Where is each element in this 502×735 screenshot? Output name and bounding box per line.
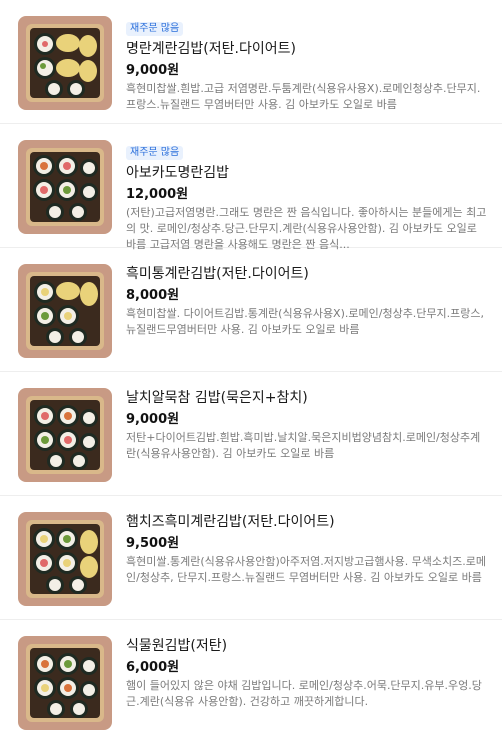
menu-item[interactable]: 재주문 많음 명란계란김밥(저탄.다이어트) 9,000원 흑현미찹쌀.흰밥.고… bbox=[0, 0, 502, 124]
menu-item-description: (저탄)고급저염명란.그래도 명란은 짠 음식입니다. 좋아하시는 분들에게는 … bbox=[126, 206, 487, 251]
reorder-badge: 재주문 많음 bbox=[126, 146, 184, 160]
kimbap-photo bbox=[18, 264, 112, 358]
menu-item-description: 흑현미찹쌀.흰밥.고급 저염명란.두툼계란(식용유사용X).로메인청상추.단무지… bbox=[126, 82, 481, 111]
kimbap-photo bbox=[18, 16, 112, 110]
food-thumbnail[interactable] bbox=[18, 388, 112, 482]
menu-item-price: 9,000원 bbox=[126, 63, 180, 78]
menu-item-price: 9,000원 bbox=[126, 412, 180, 427]
menu-item[interactable]: 흑미통계란김밥(저탄.다이어트) 8,000원 흑현미찹쌀. 다이어트김밥.통계… bbox=[0, 248, 502, 372]
menu-item-name: 흑미통계란김밥(저탄.다이어트) bbox=[126, 266, 309, 282]
food-thumbnail[interactable] bbox=[18, 140, 112, 234]
kimbap-photo bbox=[18, 388, 112, 482]
menu-item-name: 햄치즈흑미계란김밥(저탄.다이어트) bbox=[126, 514, 335, 530]
menu-item-price: 8,000원 bbox=[126, 288, 180, 303]
menu-item-price: 6,000원 bbox=[126, 660, 180, 675]
menu-item-description: 햄이 들어있지 않은 야채 김밥입니다. 로메인/청상추.어묵.단무지.유부.우… bbox=[126, 679, 482, 708]
kimbap-photo bbox=[18, 512, 112, 606]
menu-item[interactable]: 식물원김밥(저탄) 6,000원 햄이 들어있지 않은 야채 김밥입니다. 로메… bbox=[0, 620, 502, 735]
menu-list: 재주문 많음 명란계란김밥(저탄.다이어트) 9,000원 흑현미찹쌀.흰밥.고… bbox=[0, 0, 502, 735]
menu-item-description: 저탄+다이어트김밥.흰밥.흑미밥.날치알.묵은지비법양념참치.로메인/청상추계란… bbox=[126, 431, 481, 460]
menu-item-name: 아보카도명란김밥 bbox=[126, 165, 230, 181]
menu-item-description: 흑현미쌀.통계란(식용유사용안함)아주저염.저지방고급햄사용. 무색소치즈.로메… bbox=[126, 555, 487, 584]
food-thumbnail[interactable] bbox=[18, 512, 112, 606]
menu-item[interactable]: 햄치즈흑미계란김밥(저탄.다이어트) 9,500원 흑현미쌀.통계란(식용유사용… bbox=[0, 496, 502, 620]
menu-item-name: 날치알묵참 김밥(묵은지+참치) bbox=[126, 390, 308, 406]
menu-item-name: 명란계란김밥(저탄.다이어트) bbox=[126, 41, 296, 57]
food-thumbnail[interactable] bbox=[18, 16, 112, 110]
menu-item-description: 흑현미찹쌀. 다이어트김밥.통계란(식용유사용X).로메인/청상추.단무지.프랑… bbox=[126, 307, 485, 336]
kimbap-photo bbox=[18, 636, 112, 730]
reorder-badge: 재주문 많음 bbox=[126, 22, 184, 36]
menu-item-price: 12,000원 bbox=[126, 187, 189, 202]
menu-item-price: 9,500원 bbox=[126, 536, 180, 551]
menu-item-name: 식물원김밥(저탄) bbox=[126, 638, 228, 654]
menu-item[interactable]: 재주문 많음 아보카도명란김밥 12,000원 (저탄)고급저염명란.그래도 명… bbox=[0, 124, 502, 251]
kimbap-photo bbox=[18, 140, 112, 234]
food-thumbnail[interactable] bbox=[18, 264, 112, 358]
food-thumbnail[interactable] bbox=[18, 636, 112, 730]
menu-item[interactable]: 날치알묵참 김밥(묵은지+참치) 9,000원 저탄+다이어트김밥.흰밥.흑미밥… bbox=[0, 372, 502, 496]
